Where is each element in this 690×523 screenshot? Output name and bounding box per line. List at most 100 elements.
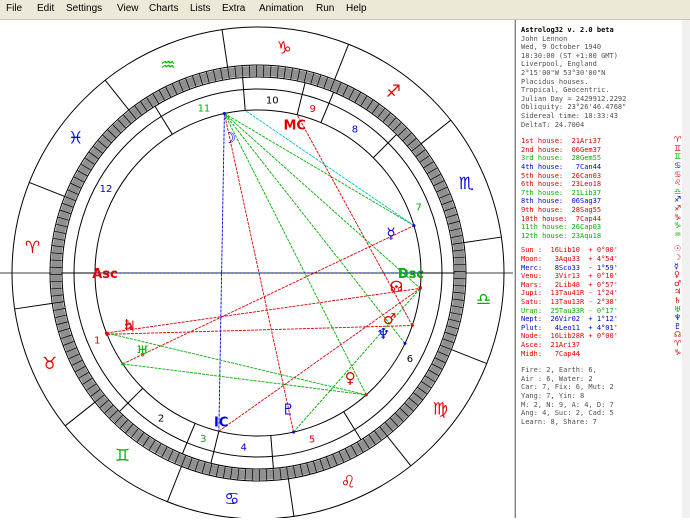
zodiac-sign-icon: ♉ [42,354,57,374]
planet-glyph-icon: ☿ [386,225,395,243]
zodiac-sign-icon: ♐ [386,82,401,102]
sign-boundary [29,182,64,196]
sign-boundary [167,466,181,501]
sign-boundary [421,120,451,144]
planet-marker [223,112,226,115]
menu-help[interactable]: Help [346,3,367,14]
aspect-line [245,111,414,226]
house-cusp-line: 10th house: 7Cap44 [521,215,601,224]
menu-bar: File Edit Settings View Charts Lists Extra Anim… [0,0,690,20]
planet-marker [419,286,422,289]
house-cusp-line [128,388,143,403]
house-cusp-line: 8th house: 06Sag37 [521,197,601,206]
menu-lists[interactable]: Lists [190,3,211,14]
app-version-title: Astrolog32 v. 2.0 beta [521,26,614,35]
chart-info-line: 18:30:00 (ST +1:00 GMT) [521,52,618,61]
house-cusp-line [271,435,273,456]
sign-boundary [65,402,95,426]
chart-info-line: Placidus houses. [521,78,588,87]
house-cusp-line [161,116,172,134]
zodiac-sign-icon: ♒ [674,231,681,240]
planet-position-line: Uran: 25Tau33R - 0°17' [521,307,618,316]
zodiac-sign-icon: ♋ [224,489,239,509]
house-number: 6 [407,354,413,365]
zodiac-sign-icon: ♌ [341,472,356,492]
chart-info-line: Liverpool, England [521,60,597,69]
zodiac-sign-icon: ♈ [25,238,40,258]
planet-marker [412,224,415,227]
chart-info-line: Wed, 9 October 1940 [521,43,601,52]
house-number: 9 [309,104,315,115]
menu-charts[interactable]: Charts [149,3,178,14]
element-summary-line: Yang: 7, Yin: 8 [521,392,584,401]
sign-boundary [335,44,349,79]
house-number: 10 [266,96,279,107]
zodiac-sign-icon: ♓ [68,129,83,149]
house-number: 7 [416,202,422,213]
aspect-line [224,114,405,344]
menu-edit[interactable]: Edit [37,3,54,14]
house-number: 3 [200,434,206,445]
menu-extra[interactable]: Extra [222,3,245,14]
house-cusp-tick [211,452,214,464]
house-number: 12 [100,184,113,195]
chart-wheel: ♈♉♊♋♌♍♎♏♐♑♒♓123456789101112AscICDscMC☉☽☿… [0,20,516,518]
planet-glyph-icon: ♆ [377,325,390,343]
planet-position-line: Venu: 3Vir13 + 0°10' [521,272,618,281]
menu-animation[interactable]: Animation [259,3,303,14]
info-panel: Astrolog32 v. 2.0 betaJohn LennonWed, 9 … [517,20,690,518]
chart-info-line: John Lennon [521,35,567,44]
chart-info-line: DeltaT: 24.7004 [521,121,584,130]
house-cusp-tick [182,443,187,454]
aspect-line [123,226,414,364]
house-cusp-line: 4th house: 7Can44 [521,163,601,172]
sign-boundary [222,30,228,68]
planet-position-line: Node: 16Lib28R + 0°00' [521,332,618,341]
panel-splitter[interactable] [513,20,516,518]
menu-view[interactable]: View [117,3,139,14]
house-cusp-line: 1st house: 21Ari37 [521,137,601,146]
chart-info-line: 2°15'00"W 53°30'00"N [521,69,605,78]
house-number: 2 [158,414,164,425]
sign-boundary [288,479,294,517]
planet-glyph-icon: ♅ [136,343,149,361]
planet-position-line: Jupi: 13Tau41R - 1°24' [521,289,618,298]
sign-boundary [387,436,411,466]
house-number: 5 [309,434,315,445]
house-number: 1 [94,336,100,347]
house-cusp-line: 5th house: 26Can03 [521,172,601,181]
menu-file[interactable]: File [6,3,22,14]
zodiac-sign-icon: ♑ [276,39,291,59]
sign-boundary [15,303,53,309]
house-cusp-tick [388,134,396,142]
vertical-scrollbar[interactable] [682,20,690,518]
house-cusp-line [187,423,195,442]
house-cusp-tick [272,456,273,468]
menu-settings[interactable]: Settings [66,3,102,14]
menu-run[interactable]: Run [316,3,334,14]
planet-position-line: Plut: 4Leo11 + 4°01' [521,324,618,333]
planet-marker [121,362,124,365]
chart-info-line: Obliquity: 23°26'46.4768" [521,103,626,112]
sign-boundary [105,80,129,110]
zodiac-sign-icon: ♎ [476,290,491,310]
planet-glyph-icon: ♄ [122,316,135,334]
house-cusp-line [297,94,302,114]
house-number: 8 [352,124,358,135]
chart-info-line: Tropical, Geocentric. [521,86,610,95]
element-summary-line: Ang: 4, Suc: 2, Cad: 5 [521,409,614,418]
house-number: 4 [241,442,247,453]
planet-marker [292,431,295,434]
house-cusp-line [321,103,329,122]
zodiac-sign-icon: ♏ [459,174,474,194]
chart-info-line: Sidereal time: 18:33:43 [521,112,618,121]
planet-position-line: Nept: 26Vir02 + 1°12' [521,315,618,324]
chart-wheel-area[interactable]: ♈♉♊♋♌♍♎♏♐♑♒♓123456789101112AscICDscMC☉☽☿… [0,20,516,518]
planet-marker [365,393,368,396]
planet-position-line: Moon: 3Aqu33 + 4°54' [521,255,618,264]
axis-label: Asc [92,267,118,282]
planet-marker [105,332,108,335]
planet-glyph-icon: ♀ [345,369,356,387]
planet-glyph-icon: ♇ [282,401,295,419]
planet-glyph-icon: ☽ [223,129,236,147]
